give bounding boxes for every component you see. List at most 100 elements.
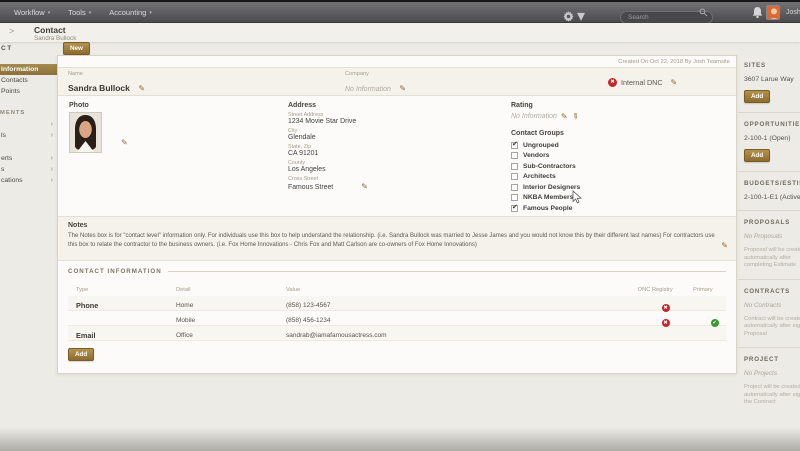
edit-photo-icon[interactable]: ✎ [121,138,128,147]
contact-card: Created On Oct 22, 2018 By Josh Teamsite… [57,55,737,374]
city-value: Glendale [288,134,316,141]
notifications-bell-icon[interactable] [752,6,763,19]
sidebar-item-label: ls [1,132,6,139]
checkbox-famous-people[interactable]: ✔ [511,204,518,212]
sidebar-item-information[interactable]: Information [0,64,57,75]
checkbox-subcontractors[interactable] [511,162,518,170]
address-section: Address Street Address 1234 Movie Star D… [288,102,458,194]
sidebar-item-4[interactable]: › [0,119,57,130]
budgets-estimates-section: BUDGETS/ESTIMATES 2-100-1-E1 (Active) [737,171,800,210]
contact-info-header-row: Type Detail Value DNC Registry Primary [68,283,726,296]
breadcrumb-arrow-icon: > [9,26,15,36]
contact-photo[interactable] [69,112,102,153]
statezip-value: CA 91201 [288,150,319,157]
name-label: Name [68,71,83,77]
sidebar-item-6[interactable]: erts › [0,153,57,164]
menu-accounting-label: Accounting [109,8,147,17]
group-row-nkba-members: NKBA Members [511,193,733,204]
edit-rating-icon[interactable]: ✎ [561,112,568,121]
table-row-phone-home: Phone Home (858) 123-4567 ✖ [68,296,726,312]
internal-dnc-field: ✖ Internal DNC ✎ [608,71,726,90]
details-row: Photo ✎ Address Street Address 1234 Movi… [58,96,736,240]
address-field-county: County Los Angeles [288,160,458,173]
sidebar-item-5[interactable]: ls › [0,130,57,141]
project-heading: PROJECT [744,356,779,363]
sidebar-item-contacts[interactable]: Contacts [0,75,57,86]
chevron-down-icon: ▾ [47,9,51,16]
chevron-right-icon: › [50,166,53,173]
checkbox-architects[interactable] [511,173,518,181]
right-sidebar: SITES 3607 Larue Way Add OPPORTUNITIES 2… [737,42,800,416]
sidebar-item-7[interactable]: s › [0,164,57,175]
user-name[interactable]: Josh Teamsite [786,9,800,16]
company-field: Company No Information ✎ [345,71,608,93]
chevron-right-icon: › [50,132,53,139]
opportunities-heading: OPPORTUNITIES [744,121,800,128]
checkbox-nkba-members[interactable] [511,194,518,202]
sites-heading: SITES [744,62,766,69]
col-detail: Detail [176,286,191,293]
proposals-note: Proposal will be created automatically a… [744,247,800,268]
menu-tools-label: Tools [68,8,86,17]
photo-section: Photo ✎ [69,102,128,153]
checkbox-ungrouped[interactable]: ✔ [511,141,518,149]
top-nav-bar: Workflow ▾ Tools ▾ Accounting ▾ ▾ Search… [0,2,800,25]
edit-notes-icon[interactable]: ✎ [721,241,728,250]
sidebar-item-label: Points [1,88,20,95]
menu-tools[interactable]: Tools ▾ [62,8,103,17]
group-row-ungrouped: ✔ Ungrouped [511,140,733,151]
name-row: Name Sandra Bullock ✎ Company No Informa… [58,67,736,96]
project-empty-text: No Projects [744,370,778,377]
group-label: Vendors [523,152,550,160]
checkbox-vendors[interactable] [511,152,518,160]
street-value: 1234 Movie Star Drive [288,118,357,125]
menu-accounting[interactable]: Accounting ▾ [103,8,164,17]
edit-name-icon[interactable]: ✎ [138,84,145,93]
group-row-subcontractors: Sub-Contractors [511,161,733,172]
app-window: Workflow ▾ Tools ▾ Accounting ▾ ▾ Search… [0,0,800,451]
col-primary: Primary [693,286,713,293]
menu-workflow[interactable]: Workflow ▾ [8,8,62,17]
contracts-note: Contract will be created automatically a… [744,315,800,337]
edit-address-icon[interactable]: ✎ [361,182,368,191]
edit-dnc-icon[interactable]: ✎ [671,78,678,87]
site-link[interactable]: 3607 Larue Way [744,76,800,83]
estimate-link[interactable]: 2-100-1-E1 (Active) [744,194,800,201]
user-avatar[interactable] [766,5,780,20]
name-value: Sandra Bullock [68,83,130,93]
table-row-email-office: Email Office sandrab@iamafamousactress.c… [68,326,726,341]
contact-info-heading: CONTACT INFORMATION [68,268,162,275]
sidebar-item-8[interactable]: cations › [0,175,57,186]
address-field-city: City Glendale [288,128,458,141]
group-row-architects: Architects [511,172,733,183]
table-row-phone-mobile: Mobile (858) 456-1234 ✖ ✔ [68,311,726,327]
contact-photo-image [70,113,101,152]
col-value: Value [286,286,301,293]
group-label: NKBA Members [523,194,574,202]
notes-section: Notes The Notes box is for "contact leve… [58,216,736,261]
sites-section: SITES 3607 Larue Way Add [737,54,800,112]
address-field-statezip: State, Zip CA 91201 [288,144,458,157]
chevron-down-icon: ▾ [88,9,92,16]
checkbox-interior-designers[interactable] [511,183,518,191]
new-button[interactable]: New [63,42,90,55]
add-contact-info-button[interactable]: Add [68,348,95,361]
edit-company-icon[interactable]: ✎ [399,84,406,93]
sidebar-item-points[interactable]: Points [0,86,57,97]
add-site-button[interactable]: Add [744,90,771,103]
contact-groups-heading: Contact Groups [511,130,564,137]
menu-workflow-label: Workflow [14,8,45,17]
sidebar-item-label: cations [1,177,23,184]
group-label: Famous People [523,204,573,212]
opportunity-link[interactable]: 2-100-1 (Open) [744,135,800,142]
sidebar-divider [0,141,57,153]
chevron-right-icon: › [50,177,53,184]
main-menus: Workflow ▾ Tools ▾ Accounting ▾ [8,2,164,23]
add-opportunity-button[interactable]: Add [744,149,771,162]
sidebar-section-header: CT [1,45,13,52]
pin-icon[interactable]: ✎ [570,111,581,122]
gear-icon [563,10,574,22]
sidebar-item-label: s [1,166,5,173]
search-icon[interactable] [699,8,708,17]
rating-heading: Rating [511,102,533,109]
